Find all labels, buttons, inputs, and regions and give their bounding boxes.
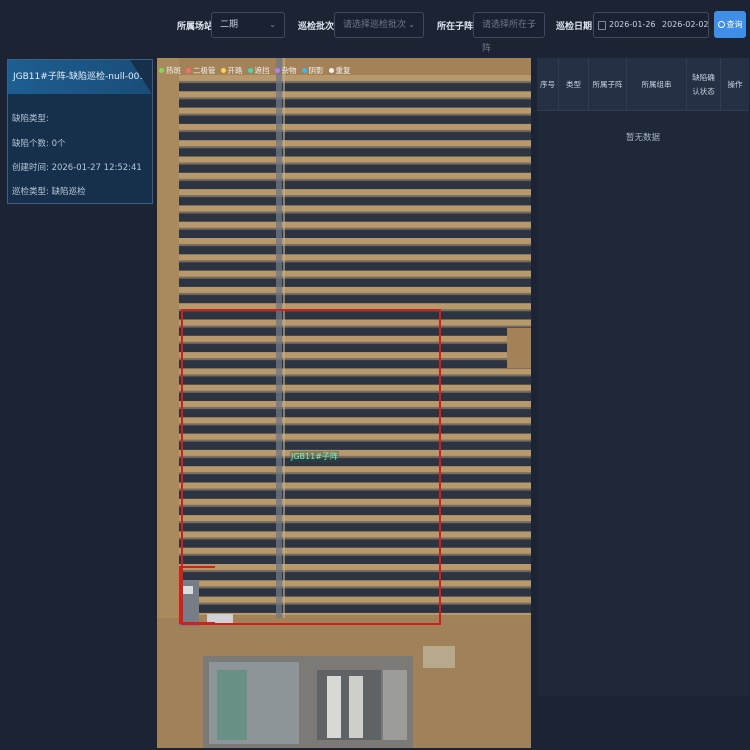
filter-bar: 所属场站: 二期 ⌄ 巡检批次: 请选择巡检批次 ⌄ 所在子阵: 请选择所在子阵… xyxy=(0,0,750,54)
hotspot-dot-icon xyxy=(159,68,164,73)
legend-item-hotspot[interactable]: 热斑 xyxy=(159,65,181,76)
legend-label: 遮挡 xyxy=(254,66,270,75)
legend-label: 二极管 xyxy=(193,66,216,75)
legend-item-duplicate[interactable]: 重复 xyxy=(328,65,351,76)
legend-label: 开路 xyxy=(227,66,243,75)
aerial-map[interactable]: JGB11#子阵 热斑 二极管 开路 遮挡 杂物 阴影 重复 xyxy=(157,58,531,748)
batch-placeholder: 请选择巡检批次 xyxy=(343,20,407,30)
column-header: 所属子阵 xyxy=(589,58,627,111)
legend-label: 阴影 xyxy=(308,66,324,75)
date-range-picker[interactable]: 2026-01-26 - 2026-02-02 xyxy=(593,12,709,38)
chevron-down-icon: ⌄ xyxy=(529,20,536,29)
subarray-map-label: JGB11#子阵 xyxy=(290,451,339,462)
legend-item-open-circuit[interactable]: 开路 xyxy=(220,65,243,76)
defect-type-row: 缺陷类型: xyxy=(12,114,49,124)
column-header: 操作 xyxy=(727,79,743,89)
card-title: JGB11#子阵-缺陷巡检-null-001 xyxy=(8,60,152,94)
defect-table: 序号 类型 所属子阵 所属组串 缺陷确认状态 操作 暂无数据 xyxy=(537,58,749,696)
created-time-row: 创建时间: 2026-01-27 12:52:41 xyxy=(12,163,142,173)
column-header: 所属组串 xyxy=(627,58,687,111)
date-label: 巡检日期: xyxy=(556,22,596,32)
station-value: 二期 xyxy=(220,20,239,30)
debris-dot-icon xyxy=(274,68,280,73)
subarray-boundary-notch xyxy=(179,566,215,624)
query-button-label: 查询 xyxy=(726,20,743,29)
legend-item-diode[interactable]: 二极管 xyxy=(186,65,216,76)
defect-count-row: 缺陷个数: 0个 xyxy=(12,139,66,149)
date-separator: - xyxy=(650,20,653,29)
inspection-info-card[interactable]: JGB11#子阵-缺陷巡检-null-001 缺陷类型: 缺陷个数: 0个 创建… xyxy=(7,59,153,204)
query-button[interactable]: 查询 xyxy=(714,11,746,38)
occlusion-dot-icon xyxy=(247,68,253,73)
batch-label: 巡检批次: xyxy=(298,22,338,32)
legend-item-debris[interactable]: 杂物 xyxy=(274,65,297,76)
batch-select[interactable]: 请选择巡检批次 ⌄ xyxy=(334,12,424,38)
column-header: 缺陷确认状态 xyxy=(687,58,721,111)
subarray-select[interactable]: 请选择所在子阵 ⌄ xyxy=(473,12,545,54)
shadow-dot-icon xyxy=(301,68,307,73)
legend-item-shadow[interactable]: 阴影 xyxy=(301,65,324,76)
table-header: 序号 类型 所属子阵 所属组串 缺陷确认状态 操作 xyxy=(537,58,749,111)
diode-dot-icon xyxy=(186,68,191,73)
legend-item-occlusion[interactable]: 遮挡 xyxy=(247,65,270,76)
chevron-down-icon: ⌄ xyxy=(408,20,415,29)
empty-state: 暂无数据 xyxy=(625,133,660,143)
chevron-down-icon: ⌄ xyxy=(269,20,276,29)
legend-label: 重复 xyxy=(335,66,351,75)
calendar-icon xyxy=(598,21,606,30)
date-end[interactable]: 2026-02-02 xyxy=(662,13,709,37)
subarray-boundary[interactable] xyxy=(181,309,441,625)
subarray-label: 所在子阵: xyxy=(437,22,477,32)
open-circuit-dot-icon xyxy=(220,68,226,73)
legend-label: 杂物 xyxy=(281,66,297,75)
legend-label: 热斑 xyxy=(166,66,181,75)
defect-legend: 热斑 二极管 开路 遮挡 杂物 阴影 重复 xyxy=(159,65,351,76)
station-select[interactable]: 二期 ⌄ xyxy=(211,12,285,38)
inspection-type-row: 巡检类型: 缺陷巡检 xyxy=(12,187,86,197)
search-icon xyxy=(717,21,725,28)
column-header: 类型 xyxy=(559,58,589,111)
date-start[interactable]: 2026-01-26 xyxy=(609,13,656,37)
subarray-placeholder: 请选择所在子阵 xyxy=(482,20,537,54)
duplicate-dot-icon xyxy=(328,68,334,73)
column-header: 序号 xyxy=(537,58,559,111)
